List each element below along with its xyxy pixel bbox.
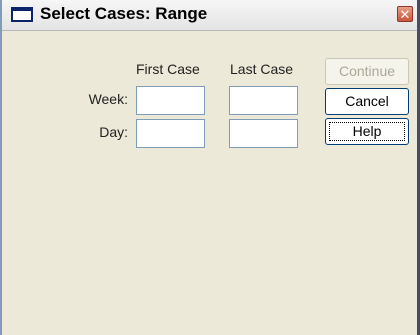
week-label: Week:	[88, 91, 128, 107]
cancel-button-label: Cancel	[345, 93, 389, 109]
focus-ring	[329, 122, 405, 141]
window-icon	[11, 7, 33, 22]
help-button[interactable]: Help	[325, 118, 409, 145]
week-last-case-input[interactable]	[229, 86, 298, 115]
title-bar[interactable]: Select Cases: Range ✕	[2, 0, 417, 31]
first-case-header: First Case	[136, 61, 200, 77]
continue-button-label: Continue	[338, 63, 396, 79]
day-label: Day:	[99, 124, 128, 140]
continue-button[interactable]: Continue	[325, 58, 409, 85]
close-icon[interactable]: ✕	[397, 6, 413, 22]
last-case-header: Last Case	[230, 61, 294, 77]
day-first-case-input[interactable]	[136, 119, 205, 148]
week-first-case-input[interactable]	[136, 86, 205, 115]
cancel-button[interactable]: Cancel	[325, 88, 409, 115]
select-cases-range-dialog: Select Cases: Range ✕ First Case Last Ca…	[0, 0, 420, 335]
day-last-case-input[interactable]	[229, 119, 298, 148]
window-title: Select Cases: Range	[40, 4, 208, 23]
